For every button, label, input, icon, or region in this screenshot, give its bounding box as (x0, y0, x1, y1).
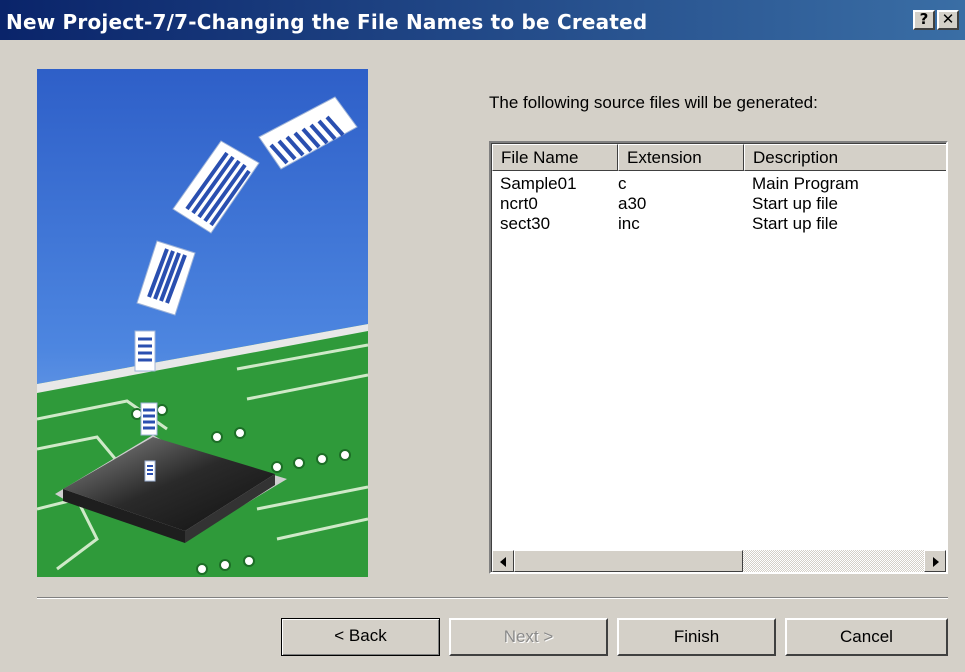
new-project-dialog: New Project-7/7-Changing the File Names … (0, 0, 965, 672)
close-icon: ✕ (941, 10, 955, 28)
file-name-cell: Sample01 (500, 174, 577, 193)
file-name-cell: ncrt0 (500, 194, 538, 213)
help-icon: ? (919, 10, 929, 28)
finish-button[interactable]: Finish (617, 618, 776, 656)
column-header-description[interactable]: Description (744, 144, 946, 171)
list-item[interactable]: Sample01 c Main Program (492, 174, 946, 194)
description-cell: Start up file (752, 194, 838, 213)
next-button[interactable]: Next > (449, 618, 608, 656)
scroll-left-arrow-icon (500, 557, 506, 567)
separator (37, 597, 948, 599)
file-name-cell: sect30 (500, 214, 551, 233)
extension-cell: c (618, 174, 627, 193)
horizontal-scrollbar[interactable] (492, 550, 946, 572)
title-bar[interactable]: New Project-7/7-Changing the File Names … (0, 0, 965, 40)
list-item[interactable]: ncrt0 a30 Start up file (492, 194, 946, 214)
extension-cell: inc (618, 214, 640, 233)
scroll-right-arrow-icon (933, 557, 939, 567)
list-inner: File Name Extension Description Sample01… (491, 143, 946, 572)
source-files-list[interactable]: File Name Extension Description Sample01… (489, 141, 948, 574)
close-button[interactable]: ✕ (937, 10, 959, 30)
column-header-file-name[interactable]: File Name (492, 144, 618, 171)
column-header-extension[interactable]: Extension (618, 144, 744, 171)
list-item[interactable]: sect30 inc Start up file (492, 214, 946, 234)
scroll-right-button[interactable] (924, 550, 946, 572)
cancel-button[interactable]: Cancel (785, 618, 948, 656)
window-title: New Project-7/7-Changing the File Names … (6, 10, 648, 34)
back-button[interactable]: < Back (281, 618, 440, 656)
list-rows: Sample01 c Main Program ncrt0 a30 Start … (492, 174, 946, 234)
list-header: File Name Extension Description (492, 144, 946, 171)
extension-cell: a30 (618, 194, 647, 213)
description-cell: Start up file (752, 214, 838, 233)
description-text: The following source files will be gener… (489, 93, 818, 112)
description-cell: Main Program (752, 174, 859, 193)
wizard-illustration (37, 69, 368, 577)
help-button[interactable]: ? (913, 10, 935, 30)
scrollbar-thumb[interactable] (514, 550, 743, 572)
scroll-left-button[interactable] (492, 550, 514, 572)
